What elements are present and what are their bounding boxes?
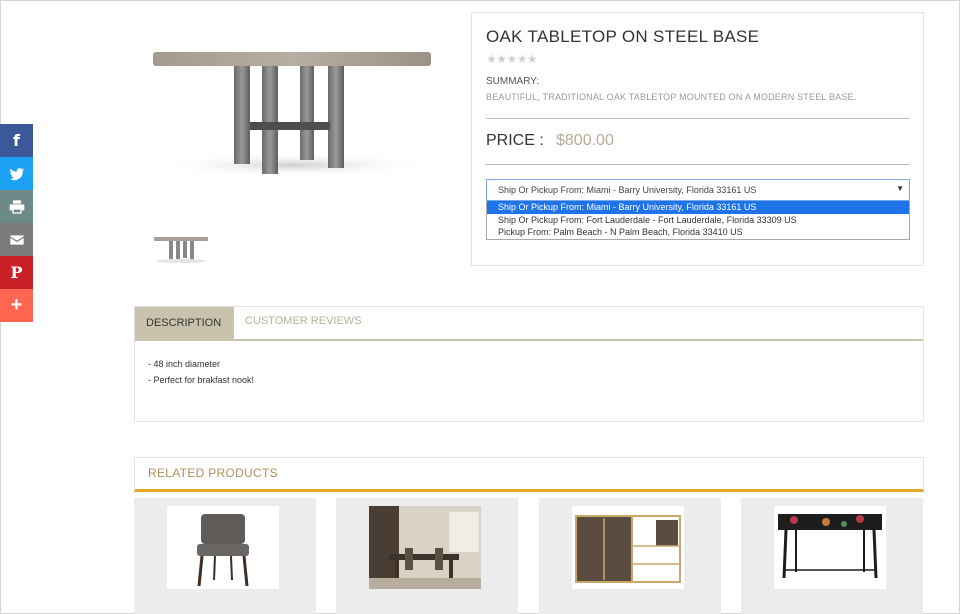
chevron-down-icon: ▼ [896,184,904,193]
select-value: Ship Or Pickup From: Miami - Barry Unive… [498,185,757,195]
tab-customer-reviews[interactable]: CUSTOMER REVIEWS [245,315,362,327]
related-product-image-chair[interactable] [167,506,279,589]
twitter-icon [9,167,24,180]
shipping-option-palm-beach[interactable]: Pickup From: Palm Beach - N Palm Beach, … [487,226,909,239]
related-product-card[interactable] [336,498,518,614]
product-title: OAK TABLETOP ON STEEL BASE [486,27,760,46]
related-product-image-cabinet[interactable] [572,506,684,589]
related-product-image-console[interactable] [774,506,886,589]
email-share-button[interactable] [0,223,33,256]
pinterest-icon: P [10,263,23,282]
related-product-card[interactable] [539,498,721,614]
related-products-header: RELATED PRODUCTS [134,457,924,492]
shipping-option-miami[interactable]: Ship Or Pickup From: Miami - Barry Unive… [487,201,909,214]
social-share-bar: f P + [0,124,33,322]
description-line: - 48 inch diameter [148,359,221,369]
print-icon [9,199,24,214]
description-line: - Perfect for brakfast nook! [148,375,255,385]
price-value: $800.00 [556,132,614,149]
product-info-panel: OAK TABLETOP ON STEEL BASE ★★★★★ SUMMARY… [471,12,924,266]
twitter-share-button[interactable] [0,157,33,190]
product-thumbnail[interactable] [152,232,210,264]
summary-text: BEAUTIFUL, TRADITIONAL OAK TABLETOP MOUN… [486,92,857,102]
price-label: PRICE : [486,132,544,149]
product-tabs: DESCRIPTION CUSTOMER REVIEWS - 48 inch d… [134,306,924,422]
shipping-options-list: Ship Or Pickup From: Miami - Barry Unive… [486,201,910,240]
shipping-option-fort-lauderdale[interactable]: Ship Or Pickup From: Fort Lauderdale - F… [487,214,909,227]
divider [486,118,910,119]
facebook-share-button[interactable]: f [0,124,33,157]
tab-underline [135,339,923,341]
shipping-location-select[interactable]: Ship Or Pickup From: Miami - Barry Unive… [486,179,910,201]
pinterest-share-button[interactable]: P [0,256,33,289]
related-products-title: RELATED PRODUCTS [148,466,278,480]
related-product-card[interactable] [134,498,316,614]
summary-label: SUMMARY: [486,76,540,87]
more-icon: + [10,294,23,316]
related-product-image-dining-room[interactable] [369,506,481,589]
facebook-icon: f [13,131,20,150]
email-icon [9,234,24,245]
product-main-image [148,40,438,190]
rating-stars[interactable]: ★★★★★ [486,52,538,66]
more-share-button[interactable]: + [0,289,33,322]
divider [486,164,910,165]
print-button[interactable] [0,190,33,223]
related-product-card[interactable] [741,498,923,614]
description-content: - 48 inch diameter - Perfect for brakfas… [148,356,254,388]
tab-description[interactable]: DESCRIPTION [135,307,234,339]
